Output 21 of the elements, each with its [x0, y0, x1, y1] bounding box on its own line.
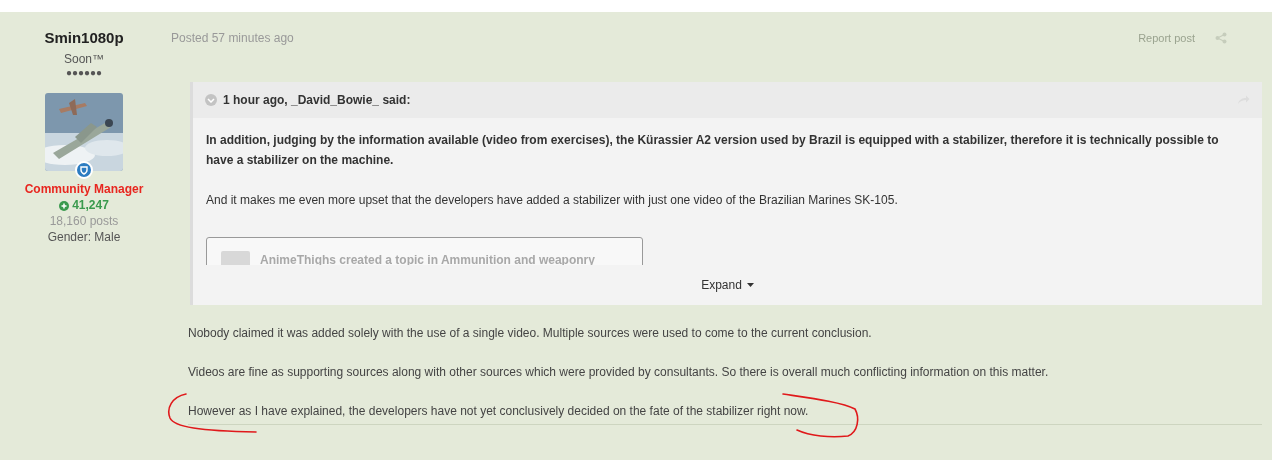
- post-paragraph: Nobody claimed it was added solely with the use of a single video. Multiple sources were used to come to the current conclusion.: [188, 326, 873, 341]
- member-title: Soon™: [64, 51, 104, 67]
- author-name[interactable]: Smin1080p: [44, 28, 124, 48]
- post-paragraph: Videos are fine as supporting sources along with other sources which were provided by consultants. So there is overall much conflicting information on this matter.: [188, 365, 1050, 380]
- quote-citation: 1 hour ago, _David_Bowie_ said:: [223, 92, 411, 109]
- collapse-icon[interactable]: [205, 94, 217, 106]
- quote-paragraph: And it makes me even more upset that the developers have added a stabilizer with just one video of the Brazilian Marines SK-105.: [206, 192, 899, 209]
- embedded-topic-text: AnimeThighs created a topic in Ammunition and weaponry: [260, 252, 595, 269]
- member-group: Community Manager: [24, 182, 144, 197]
- quote-paragraph: In addition, judging by the information available (video from exercises), the Kürassier A2 version used by Brazil is equipped with a stabilizer, therefore it is technically possible to have a stabilizer on the machine.: [206, 132, 1220, 169]
- reputation-count: 41,247: [72, 198, 109, 213]
- rank-pips: ●●●●●●: [65, 67, 103, 79]
- moderator-badge-icon: [75, 161, 93, 179]
- gender-info: Gender: Male: [47, 229, 121, 245]
- post-paragraph: However as I have explained, the developers have not yet conclusively decided on the fate of the stabilizer right now.: [188, 404, 810, 419]
- post-date: Posted 57 minutes ago: [171, 30, 294, 47]
- share-icon[interactable]: [1215, 32, 1227, 44]
- expand-button[interactable]: Expand: [701, 276, 754, 294]
- plus-icon: [59, 200, 70, 211]
- caret-icon: [746, 283, 754, 287]
- post-count: 18,160 posts: [49, 213, 119, 229]
